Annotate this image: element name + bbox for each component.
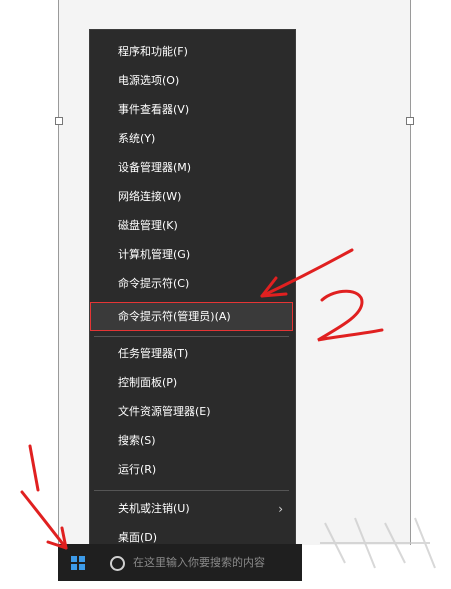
menu-item-task-manager[interactable]: 任务管理器(T) — [90, 340, 293, 368]
taskbar: 在这里输入你要搜索的内容 — [58, 544, 302, 581]
windows-logo-icon — [71, 556, 85, 570]
menu-item-label: 命令提示符(管理员)(A) — [118, 310, 231, 323]
menu-item-network-connections[interactable]: 网络连接(W) — [90, 183, 293, 211]
menu-item-label: 计算机管理(G) — [118, 248, 191, 261]
menu-item-label: 电源选项(O) — [118, 74, 180, 87]
menu-item-label: 设备管理器(M) — [118, 161, 192, 174]
cortana-search-icon[interactable] — [110, 556, 125, 571]
menu-item-programs-features[interactable]: 程序和功能(F) — [90, 38, 293, 66]
menu-item-control-panel[interactable]: 控制面板(P) — [90, 369, 293, 397]
menu-item-label: 任务管理器(T) — [118, 347, 189, 360]
menu-item-label: 文件资源管理器(E) — [118, 405, 211, 418]
menu-item-label: 事件查看器(V) — [118, 103, 190, 116]
menu-item-power-options[interactable]: 电源选项(O) — [90, 67, 293, 95]
resize-handle-right[interactable] — [406, 117, 414, 125]
menu-separator — [94, 336, 289, 337]
menu-item-label: 磁盘管理(K) — [118, 219, 178, 232]
menu-item-label: 运行(R) — [118, 463, 157, 476]
chevron-right-icon: › — [278, 502, 283, 516]
menu-item-command-prompt-admin[interactable]: 命令提示符(管理员)(A) — [90, 302, 293, 331]
menu-item-disk-management[interactable]: 磁盘管理(K) — [90, 212, 293, 240]
menu-item-system[interactable]: 系统(Y) — [90, 125, 293, 153]
menu-separator — [94, 490, 289, 491]
menu-item-computer-management[interactable]: 计算机管理(G) — [90, 241, 293, 269]
menu-item-search[interactable]: 搜索(S) — [90, 427, 293, 455]
menu-item-label: 命令提示符(C) — [118, 277, 190, 290]
menu-item-label: 程序和功能(F) — [118, 45, 188, 58]
start-button[interactable] — [58, 544, 98, 581]
menu-item-shutdown-signout[interactable]: 关机或注销(U) › — [90, 495, 293, 523]
annotation-number-1-icon — [28, 444, 40, 492]
resize-handle-left[interactable] — [55, 117, 63, 125]
menu-item-label: 控制面板(P) — [118, 376, 178, 389]
menu-item-event-viewer[interactable]: 事件查看器(V) — [90, 96, 293, 124]
watermark-logo-icon — [320, 517, 436, 569]
menu-item-label: 系统(Y) — [118, 132, 156, 145]
menu-item-device-manager[interactable]: 设备管理器(M) — [90, 154, 293, 182]
taskbar-search-input[interactable]: 在这里输入你要搜索的内容 — [133, 554, 265, 570]
menu-item-command-prompt[interactable]: 命令提示符(C) — [90, 270, 293, 298]
winx-context-menu: 程序和功能(F) 电源选项(O) 事件查看器(V) 系统(Y) 设备管理器(M)… — [89, 29, 296, 553]
menu-item-label: 关机或注销(U) — [118, 502, 190, 515]
menu-item-label: 搜索(S) — [118, 434, 156, 447]
menu-item-label: 桌面(D) — [118, 531, 158, 544]
menu-item-label: 网络连接(W) — [118, 190, 182, 203]
menu-item-run[interactable]: 运行(R) — [90, 456, 293, 484]
menu-item-file-explorer[interactable]: 文件资源管理器(E) — [90, 398, 293, 426]
